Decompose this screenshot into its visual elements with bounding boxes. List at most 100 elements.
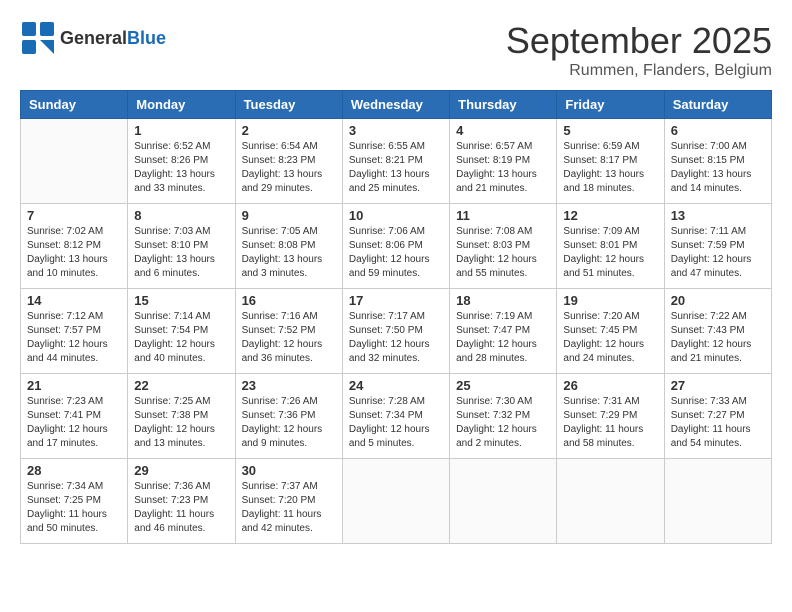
calendar-header-row: SundayMondayTuesdayWednesdayThursdayFrid… [21, 91, 772, 119]
day-number: 30 [242, 463, 336, 478]
day-cell: 10 Sunrise: 7:06 AM Sunset: 8:06 PM Dayli… [342, 204, 449, 289]
title-block: September 2025 Rummen, Flanders, Belgium [506, 20, 772, 80]
day-info: Sunrise: 6:57 AM Sunset: 8:19 PM Dayligh… [456, 140, 550, 196]
logo-text: GeneralBlue [60, 28, 166, 49]
day-number: 5 [563, 123, 657, 138]
day-cell: 7 Sunrise: 7:02 AM Sunset: 8:12 PM Daylig… [21, 204, 128, 289]
day-cell: 28 Sunrise: 7:34 AM Sunset: 7:25 PM Dayli… [21, 459, 128, 544]
logo-icon [20, 20, 56, 56]
day-info: Sunrise: 7:33 AM Sunset: 7:27 PM Dayligh… [671, 395, 765, 451]
day-number: 7 [27, 208, 121, 223]
day-number: 20 [671, 293, 765, 308]
day-number: 16 [242, 293, 336, 308]
day-cell [450, 459, 557, 544]
day-number: 29 [134, 463, 228, 478]
day-number: 15 [134, 293, 228, 308]
logo: GeneralBlue [20, 20, 166, 56]
day-cell: 22Sunrise: 7:25 AM Sunset: 7:38 PM Dayli… [128, 374, 235, 459]
day-info: Sunrise: 7:37 AM Sunset: 7:20 PM Dayligh… [242, 480, 336, 536]
day-cell: 26 Sunrise: 7:31 AM Sunset: 7:29 PM Dayli… [557, 374, 664, 459]
day-cell: 9 Sunrise: 7:05 AM Sunset: 8:08 PM Daylig… [235, 204, 342, 289]
day-number: 2 [242, 123, 336, 138]
day-cell: 29 Sunrise: 7:36 AM Sunset: 7:23 PM Dayli… [128, 459, 235, 544]
day-cell: 5 Sunrise: 6:59 AM Sunset: 8:17 PM Daylig… [557, 119, 664, 204]
day-info: Sunrise: 6:55 AM Sunset: 8:21 PM Dayligh… [349, 140, 443, 196]
day-number: 8 [134, 208, 228, 223]
day-cell: 16 Sunrise: 7:16 AM Sunset: 7:52 PM Dayli… [235, 289, 342, 374]
day-info: Sunrise: 7:05 AM Sunset: 8:08 PM Dayligh… [242, 225, 336, 281]
day-info: Sunrise: 7:12 AM Sunset: 7:57 PM Dayligh… [27, 310, 121, 366]
column-header-monday: Monday [128, 91, 235, 119]
day-cell: 2 Sunrise: 6:54 AM Sunset: 8:23 PM Daylig… [235, 119, 342, 204]
day-number: 4 [456, 123, 550, 138]
day-number: 19 [563, 293, 657, 308]
day-cell [21, 119, 128, 204]
day-info: Sunrise: 7:00 AM Sunset: 8:15 PM Dayligh… [671, 140, 765, 196]
day-number: 26 [563, 378, 657, 393]
day-cell: 13 Sunrise: 7:11 AM Sunset: 7:59 PM Dayli… [664, 204, 771, 289]
day-cell: 27Sunrise: 7:33 AM Sunset: 7:27 PM Dayli… [664, 374, 771, 459]
day-cell: 25Sunrise: 7:30 AM Sunset: 7:32 PM Dayli… [450, 374, 557, 459]
week-row-2: 7 Sunrise: 7:02 AM Sunset: 8:12 PM Daylig… [21, 204, 772, 289]
day-cell: 1 Sunrise: 6:52 AM Sunset: 8:26 PM Daylig… [128, 119, 235, 204]
column-header-tuesday: Tuesday [235, 91, 342, 119]
day-info: Sunrise: 7:16 AM Sunset: 7:52 PM Dayligh… [242, 310, 336, 366]
day-info: Sunrise: 7:20 AM Sunset: 7:45 PM Dayligh… [563, 310, 657, 366]
day-info: Sunrise: 7:09 AM Sunset: 8:01 PM Dayligh… [563, 225, 657, 281]
column-header-friday: Friday [557, 91, 664, 119]
day-info: Sunrise: 7:28 AM Sunset: 7:34 PM Dayligh… [349, 395, 443, 451]
day-info: Sunrise: 7:02 AM Sunset: 8:12 PM Dayligh… [27, 225, 121, 281]
day-number: 1 [134, 123, 228, 138]
day-number: 21 [27, 378, 121, 393]
day-info: Sunrise: 7:30 AM Sunset: 7:32 PM Dayligh… [456, 395, 550, 451]
day-number: 13 [671, 208, 765, 223]
day-number: 23 [242, 378, 336, 393]
month-title: September 2025 [506, 20, 772, 62]
calendar-table: SundayMondayTuesdayWednesdayThursdayFrid… [20, 90, 772, 544]
day-number: 22 [134, 378, 228, 393]
day-cell [342, 459, 449, 544]
day-number: 9 [242, 208, 336, 223]
day-info: Sunrise: 7:03 AM Sunset: 8:10 PM Dayligh… [134, 225, 228, 281]
day-cell: 8 Sunrise: 7:03 AM Sunset: 8:10 PM Daylig… [128, 204, 235, 289]
day-number: 11 [456, 208, 550, 223]
day-number: 28 [27, 463, 121, 478]
day-info: Sunrise: 7:14 AM Sunset: 7:54 PM Dayligh… [134, 310, 228, 366]
day-cell: 23Sunrise: 7:26 AM Sunset: 7:36 PM Dayli… [235, 374, 342, 459]
column-header-wednesday: Wednesday [342, 91, 449, 119]
day-cell [664, 459, 771, 544]
day-info: Sunrise: 7:08 AM Sunset: 8:03 PM Dayligh… [456, 225, 550, 281]
day-cell: 12Sunrise: 7:09 AM Sunset: 8:01 PM Dayli… [557, 204, 664, 289]
week-row-4: 21 Sunrise: 7:23 AM Sunset: 7:41 PM Dayli… [21, 374, 772, 459]
column-header-saturday: Saturday [664, 91, 771, 119]
day-info: Sunrise: 7:11 AM Sunset: 7:59 PM Dayligh… [671, 225, 765, 281]
day-info: Sunrise: 6:52 AM Sunset: 8:26 PM Dayligh… [134, 140, 228, 196]
day-cell [557, 459, 664, 544]
day-info: Sunrise: 7:23 AM Sunset: 7:41 PM Dayligh… [27, 395, 121, 451]
day-info: Sunrise: 7:36 AM Sunset: 7:23 PM Dayligh… [134, 480, 228, 536]
day-number: 14 [27, 293, 121, 308]
day-info: Sunrise: 7:31 AM Sunset: 7:29 PM Dayligh… [563, 395, 657, 451]
day-cell: 15 Sunrise: 7:14 AM Sunset: 7:54 PM Dayli… [128, 289, 235, 374]
day-number: 3 [349, 123, 443, 138]
day-info: Sunrise: 7:17 AM Sunset: 7:50 PM Dayligh… [349, 310, 443, 366]
page: GeneralBlue September 2025 Rummen, Fland… [20, 20, 772, 544]
day-info: Sunrise: 7:06 AM Sunset: 8:06 PM Dayligh… [349, 225, 443, 281]
week-row-1: 1 Sunrise: 6:52 AM Sunset: 8:26 PM Daylig… [21, 119, 772, 204]
day-number: 18 [456, 293, 550, 308]
day-cell: 20 Sunrise: 7:22 AM Sunset: 7:43 PM Dayli… [664, 289, 771, 374]
day-cell: 14 Sunrise: 7:12 AM Sunset: 7:57 PM Dayli… [21, 289, 128, 374]
day-cell: 18Sunrise: 7:19 AM Sunset: 7:47 PM Dayli… [450, 289, 557, 374]
day-info: Sunrise: 6:54 AM Sunset: 8:23 PM Dayligh… [242, 140, 336, 196]
day-cell: 4 Sunrise: 6:57 AM Sunset: 8:19 PM Daylig… [450, 119, 557, 204]
day-info: Sunrise: 7:22 AM Sunset: 7:43 PM Dayligh… [671, 310, 765, 366]
week-row-5: 28 Sunrise: 7:34 AM Sunset: 7:25 PM Dayli… [21, 459, 772, 544]
location: Rummen, Flanders, Belgium [506, 62, 772, 80]
day-info: Sunrise: 6:59 AM Sunset: 8:17 PM Dayligh… [563, 140, 657, 196]
day-cell: 11 Sunrise: 7:08 AM Sunset: 8:03 PM Dayli… [450, 204, 557, 289]
day-info: Sunrise: 7:34 AM Sunset: 7:25 PM Dayligh… [27, 480, 121, 536]
header: GeneralBlue September 2025 Rummen, Fland… [20, 20, 772, 80]
day-number: 10 [349, 208, 443, 223]
column-header-sunday: Sunday [21, 91, 128, 119]
day-number: 6 [671, 123, 765, 138]
